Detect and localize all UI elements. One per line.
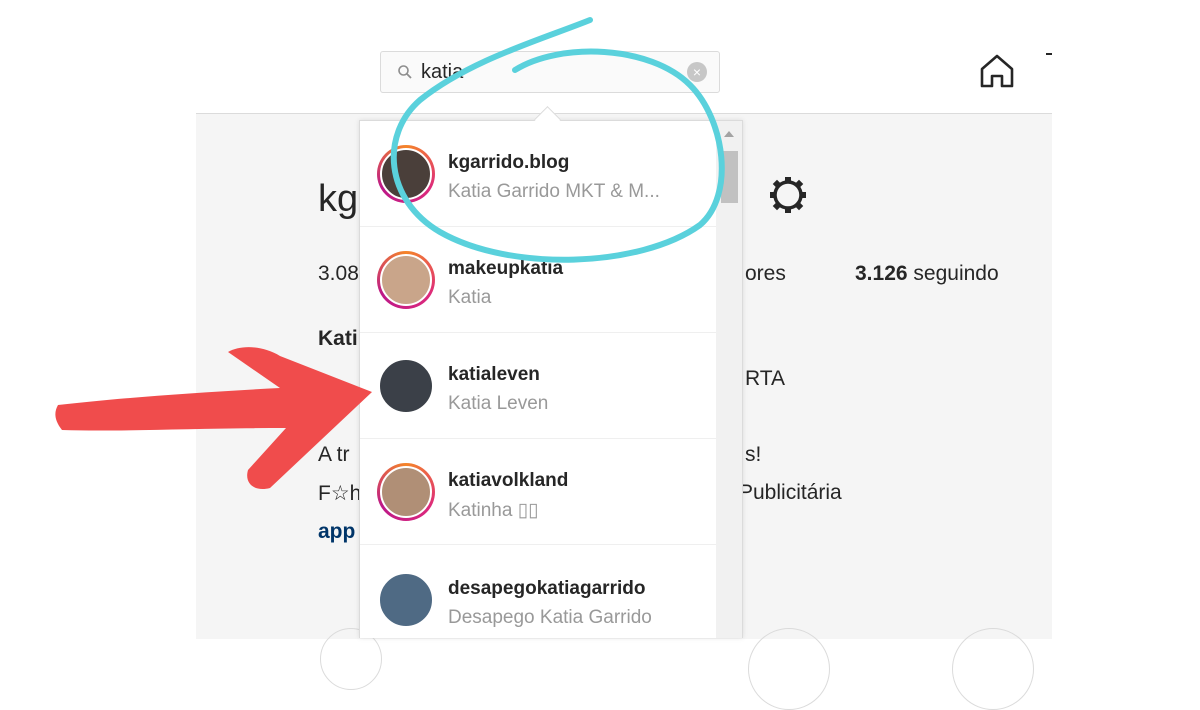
scroll-up-icon[interactable] [724, 131, 734, 137]
result-fullname: Katia Leven [448, 393, 549, 414]
result-fullname: Katia [448, 287, 492, 308]
profile-username-partial: kg [318, 178, 359, 220]
search-result-item[interactable]: katiavolkland Katinha ▯▯ [360, 439, 716, 545]
following-stat[interactable]: 3.126 seguindo [855, 262, 999, 286]
profile-name-partial: Kati [318, 327, 358, 350]
bio-line2-right: s! [745, 443, 762, 466]
search-icon [398, 65, 412, 79]
bio-line2-left: A tr [318, 443, 350, 466]
avatar [377, 571, 435, 629]
result-username: kgarrido.blog [448, 152, 570, 173]
avatar [377, 463, 435, 521]
result-username: katialeven [448, 364, 540, 385]
result-fullname: Desapego Katia Garrido [448, 607, 652, 628]
scrollbar[interactable] [716, 121, 742, 638]
avatar [377, 251, 435, 309]
bio-line1-partial: RTA [745, 367, 786, 390]
highlight-circle[interactable] [952, 628, 1034, 710]
avatar-image [380, 466, 432, 518]
home-icon[interactable] [978, 52, 1016, 90]
profile-link-partial[interactable]: app [318, 520, 355, 544]
search-result-item[interactable]: desapegokatiagarrido Desapego Katia Garr… [360, 545, 716, 638]
result-fullname: Katinha ▯▯ [448, 500, 539, 521]
result-username: makeupkatia [448, 258, 564, 279]
avatar-image [380, 148, 432, 200]
posts-count-partial: 3.08 [318, 262, 359, 285]
avatar-image [380, 254, 432, 306]
bio-line3-right: Publicitária [739, 481, 842, 504]
search-result-item[interactable]: kgarrido.blog Katia Garrido MKT & M... [360, 121, 716, 227]
clear-icon[interactable]: × [687, 62, 707, 82]
search-result-item[interactable]: makeupkatia Katia [360, 227, 716, 333]
search-results-list: kgarrido.blog Katia Garrido MKT & M... m… [360, 121, 716, 638]
search-box[interactable]: × [380, 51, 720, 93]
avatar [377, 145, 435, 203]
search-input[interactable] [421, 58, 671, 86]
result-username: desapegokatiagarrido [448, 578, 646, 599]
highlight-circle[interactable] [748, 628, 830, 710]
result-fullname: Katia Garrido MKT & M... [448, 181, 660, 202]
avatar-image [380, 574, 432, 626]
following-label: seguindo [913, 262, 999, 285]
bio-line3-left: F☆h [318, 482, 362, 505]
scroll-thumb[interactable] [721, 151, 738, 203]
result-username: katiavolkland [448, 470, 569, 491]
avatar [377, 357, 435, 415]
gear-icon[interactable] [767, 174, 809, 216]
nav-icon-partial[interactable] [1046, 53, 1052, 65]
search-result-item[interactable]: katialeven Katia Leven [360, 333, 716, 439]
avatar-image [380, 360, 432, 412]
search-results-dropdown: kgarrido.blog Katia Garrido MKT & M... m… [359, 120, 743, 638]
following-count: 3.126 [855, 262, 908, 285]
followers-label-partial: ores [745, 262, 786, 285]
